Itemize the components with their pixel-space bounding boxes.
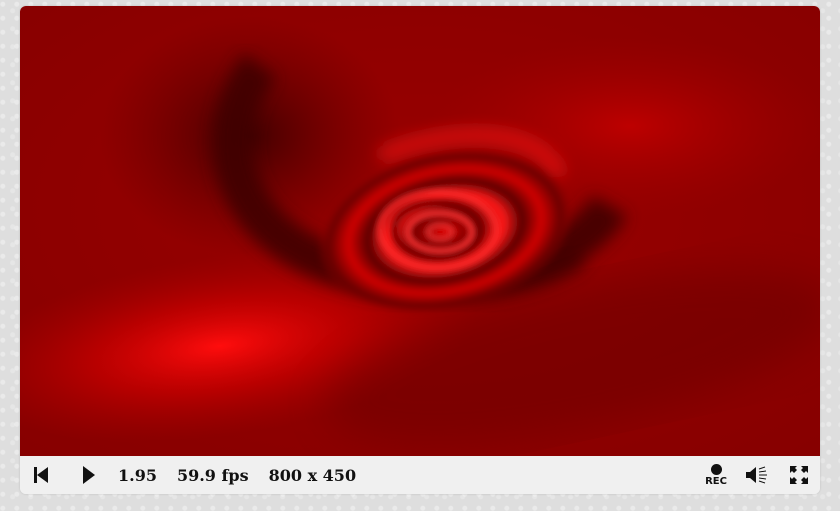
record-label: REC <box>705 475 727 487</box>
play-icon <box>83 466 95 484</box>
volume-icon <box>746 466 767 484</box>
time-readout: 1.95 <box>118 465 157 485</box>
skip-to-start-icon <box>34 467 48 483</box>
resolution-readout: 800 x 450 <box>268 465 357 485</box>
shader-render <box>20 6 820 456</box>
fullscreen-icon <box>790 466 808 484</box>
record-icon <box>710 463 722 475</box>
fps-readout: 59.9 fps <box>176 465 249 485</box>
shader-player: 1.95 59.9 fps 800 x 450 REC <box>20 6 820 494</box>
record-button[interactable]: REC <box>698 456 734 494</box>
volume-button[interactable] <box>738 456 776 494</box>
player-controls: 1.95 59.9 fps 800 x 450 REC <box>20 456 820 494</box>
rewind-button[interactable] <box>22 456 60 494</box>
shader-canvas[interactable] <box>20 6 820 456</box>
fullscreen-button[interactable] <box>780 456 818 494</box>
play-button[interactable] <box>70 456 108 494</box>
